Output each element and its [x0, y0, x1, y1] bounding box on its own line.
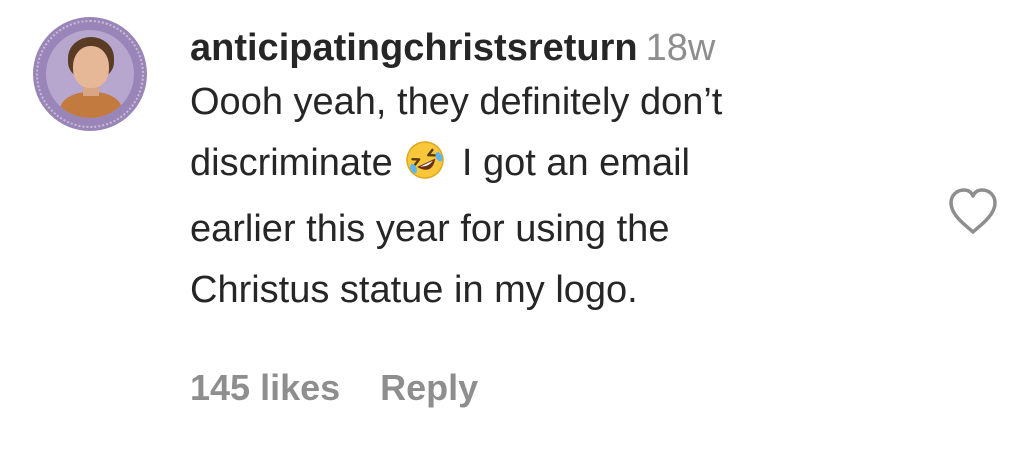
- reply-button[interactable]: Reply: [380, 367, 478, 408]
- heart-outline-icon[interactable]: [946, 186, 1000, 236]
- comment-text-line: discriminate I got an email: [190, 133, 920, 199]
- comment-content: anticipatingchristsreturn 18w Oooh yeah, …: [190, 24, 920, 321]
- timestamp[interactable]: 18w: [646, 27, 716, 69]
- comment-text-line: Oooh yeah, they definitely don’t: [190, 81, 723, 123]
- comment-text-fragment: I got an email: [461, 142, 690, 184]
- rolling-on-floor-laughing-emoji-icon: [405, 138, 445, 199]
- avatar[interactable]: [33, 17, 147, 131]
- likes-count[interactable]: 145 likes: [190, 367, 340, 408]
- comment-text-line: earlier this year for using the: [190, 208, 670, 250]
- comment-text-line: Christus statue in my logo.: [190, 269, 638, 311]
- avatar-photo: [46, 30, 134, 118]
- username[interactable]: anticipatingchristsreturn: [190, 27, 638, 69]
- comment-meta: 145 likes Reply: [190, 366, 478, 410]
- comment-text-fragment: discriminate: [190, 142, 393, 184]
- comment-header: anticipatingchristsreturn 18w: [190, 24, 920, 72]
- comment: anticipatingchristsreturn 18w Oooh yeah, …: [0, 0, 1024, 461]
